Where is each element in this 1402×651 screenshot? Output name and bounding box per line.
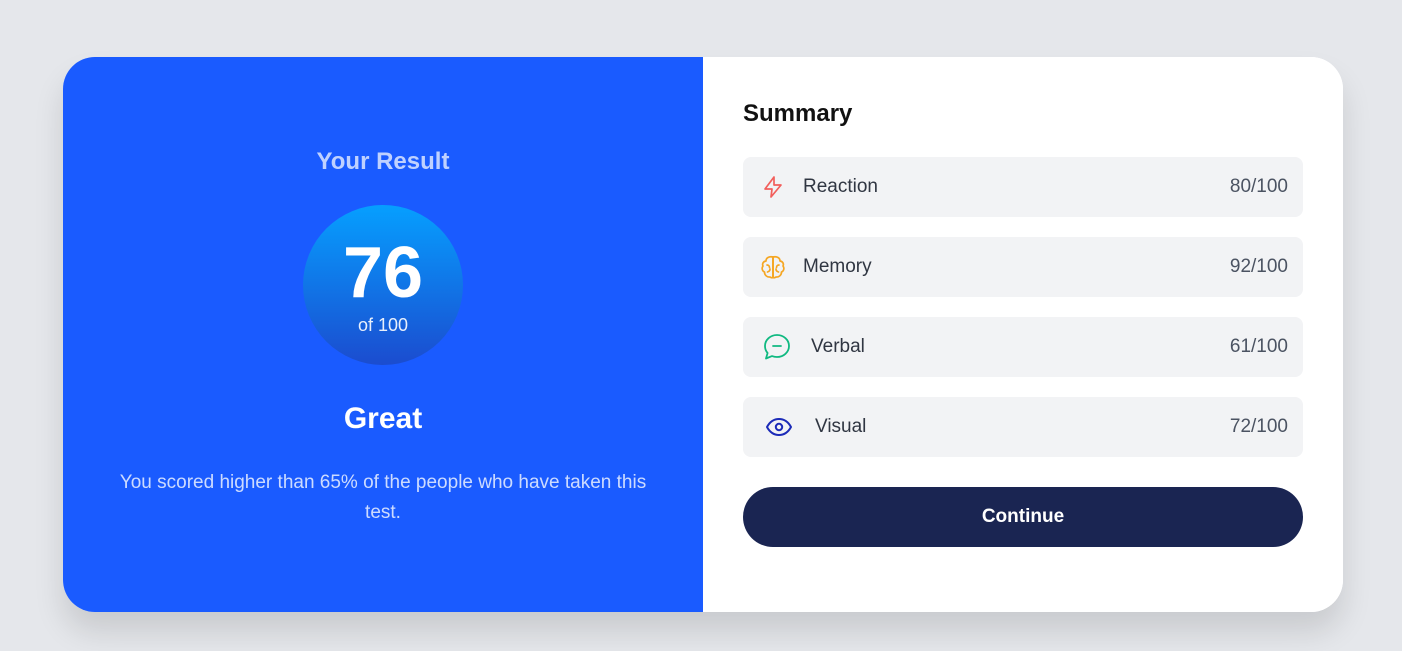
- summary-panel: Summary Reaction 80/100 Memory 92/100 Ve…: [703, 57, 1343, 612]
- summary-row-score: 72/100: [1229, 416, 1288, 437]
- score-circle: 76 of 100: [303, 205, 463, 365]
- chat-bubble-icon: [758, 332, 796, 362]
- summary-list: Reaction 80/100 Memory 92/100 Verbal 61/…: [743, 157, 1303, 457]
- summary-row-score: 92/100: [1229, 256, 1288, 277]
- result-panel: Your Result 76 of 100 Great You scored h…: [63, 57, 703, 612]
- summary-row-reaction: Reaction 80/100: [743, 157, 1303, 217]
- results-card: Your Result 76 of 100 Great You scored h…: [63, 57, 1343, 612]
- summary-row-label: Memory: [803, 256, 872, 277]
- summary-row-score: 61/100: [1229, 336, 1288, 357]
- summary-row-visual: Visual 72/100: [743, 397, 1303, 457]
- continue-button[interactable]: Continue: [743, 487, 1303, 547]
- summary-row-score: 80/100: [1229, 176, 1288, 197]
- summary-row-label: Verbal: [811, 336, 865, 357]
- score-total: of 100: [357, 314, 409, 335]
- summary-row-memory: Memory 92/100: [743, 237, 1303, 297]
- brain-icon: [758, 252, 788, 282]
- summary-title: Summary: [743, 100, 853, 127]
- result-message: You scored higher than 65% of the people…: [119, 472, 647, 523]
- summary-row-verbal: Verbal 61/100: [743, 317, 1303, 377]
- summary-row-label: Reaction: [803, 176, 878, 197]
- eye-icon: [758, 412, 800, 442]
- result-title: Your Result: [316, 148, 450, 175]
- lightning-icon: [758, 172, 788, 202]
- score-value: 76: [342, 232, 424, 313]
- summary-row-label: Visual: [815, 416, 867, 437]
- rating-label: Great: [343, 402, 423, 435]
